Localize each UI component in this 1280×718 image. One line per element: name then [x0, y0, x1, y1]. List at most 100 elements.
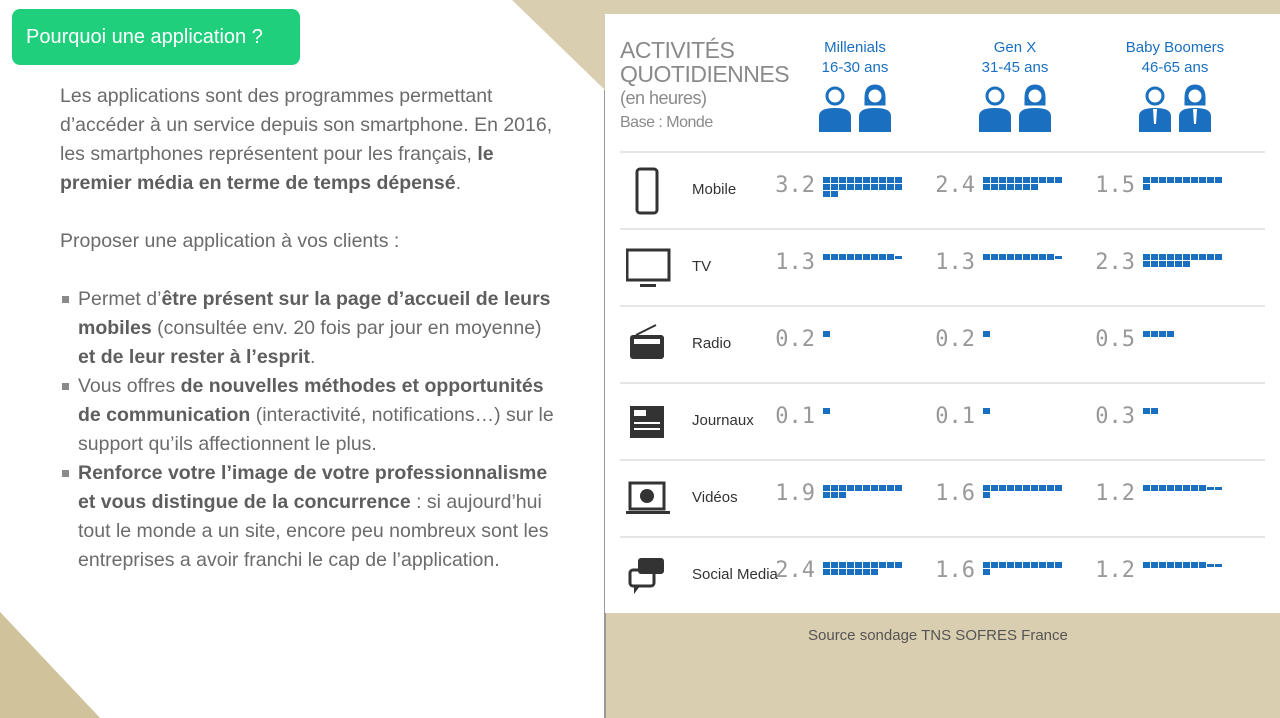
hour-square [863, 177, 870, 183]
hour-square [1015, 562, 1022, 568]
hour-square [823, 485, 830, 491]
hour-square [839, 177, 846, 183]
hour-square [895, 177, 902, 183]
hours-number: 3.2 [775, 173, 815, 198]
hours-number: 2.3 [1095, 250, 1135, 275]
hour-square [847, 184, 854, 190]
hour-square [1015, 177, 1022, 183]
hour-square [1167, 562, 1174, 568]
hour-square [831, 569, 838, 575]
activity-value: 0.1 [935, 404, 1062, 430]
hours-number: 1.5 [1095, 173, 1135, 198]
bullet-item: Renforce votre l’image de votre professi… [62, 459, 560, 575]
hour-square [887, 184, 894, 190]
hour-square [831, 191, 838, 197]
activity-label: Vidéos [692, 489, 738, 506]
hour-square [831, 184, 838, 190]
hour-square [887, 177, 894, 183]
hour-square [847, 254, 854, 260]
hour-square [1159, 177, 1166, 183]
hours-number: 0.5 [1095, 327, 1135, 352]
hour-square [1007, 254, 1014, 260]
female-person-icon [1177, 84, 1213, 138]
hour-square [1031, 177, 1038, 183]
hour-square [839, 254, 846, 260]
hour-square [1183, 485, 1190, 491]
male-person-icon [1137, 84, 1173, 138]
hour-square [1159, 485, 1166, 491]
hour-square [887, 485, 894, 491]
hour-square [823, 408, 830, 414]
male-person-icon [977, 84, 1013, 138]
hour-square [1023, 254, 1030, 260]
hours-squares [983, 562, 1062, 584]
chat-icon [626, 552, 668, 600]
hour-square [1143, 408, 1150, 414]
hour-square [879, 562, 886, 568]
hours-squares [1143, 562, 1222, 584]
hour-square [991, 184, 998, 190]
hour-square [847, 562, 854, 568]
hour-square [1023, 562, 1030, 568]
hour-square [1199, 485, 1206, 491]
hour-square [839, 492, 846, 498]
female-person-icon [1017, 84, 1053, 138]
hour-square [871, 184, 878, 190]
activity-label: Social Media [692, 566, 778, 583]
tv-icon [625, 244, 671, 292]
activity-value: 1.6 [935, 558, 1062, 584]
hours-number: 1.9 [775, 481, 815, 506]
hour-square [983, 485, 990, 491]
hour-square [895, 184, 902, 190]
hours-number: 2.4 [775, 558, 815, 583]
hour-square [1183, 261, 1190, 267]
hour-square [879, 485, 886, 491]
hour-square [823, 254, 830, 260]
hour-square [1159, 562, 1166, 568]
hour-square [1007, 184, 1014, 190]
hour-square [847, 569, 854, 575]
hour-square [1151, 177, 1158, 183]
hour-square [1199, 562, 1206, 568]
activity-value: 1.2 [1095, 558, 1222, 584]
activity-value: 0.2 [775, 327, 902, 353]
hour-square [1167, 331, 1174, 337]
hour-square [1175, 177, 1182, 183]
intro-lead: Proposer une application à vos clients : [60, 230, 400, 252]
hour-square [983, 562, 990, 568]
hour-square [1199, 254, 1206, 260]
hour-square [1055, 562, 1062, 568]
hours-number: 0.2 [775, 327, 815, 352]
hour-square [1015, 184, 1022, 190]
hour-square [991, 254, 998, 260]
hours-number: 0.1 [935, 404, 975, 429]
activity-row: TV 1.3 1.3 2.3 [620, 228, 1265, 305]
hour-square [871, 569, 878, 575]
activity-value: 2.4 [935, 173, 1062, 199]
hour-square [895, 485, 902, 491]
hour-square [871, 177, 878, 183]
hour-square [1207, 254, 1214, 260]
hour-square [863, 485, 870, 491]
hour-square [1175, 485, 1182, 491]
hour-square [1055, 177, 1062, 183]
hour-square [999, 184, 1006, 190]
hour-square [1199, 177, 1206, 183]
bullet-list: Permet d’être présent sur la page d’accu… [62, 285, 560, 575]
hour-square [1215, 564, 1222, 567]
hour-square [839, 562, 846, 568]
hour-square [1023, 184, 1030, 190]
hour-square [1191, 562, 1198, 568]
hour-square [1167, 261, 1174, 267]
hour-square [1031, 562, 1038, 568]
hour-square [1039, 562, 1046, 568]
hour-square [1159, 254, 1166, 260]
hours-number: 1.6 [935, 558, 975, 583]
activity-value: 2.3 [1095, 250, 1222, 276]
hour-square [1055, 485, 1062, 491]
hours-number: 1.3 [935, 250, 975, 275]
activity-value: 0.1 [775, 404, 902, 430]
group-header: Gen X 31-45 ans [950, 38, 1080, 138]
hour-square [983, 569, 990, 575]
hours-squares [1143, 408, 1222, 430]
